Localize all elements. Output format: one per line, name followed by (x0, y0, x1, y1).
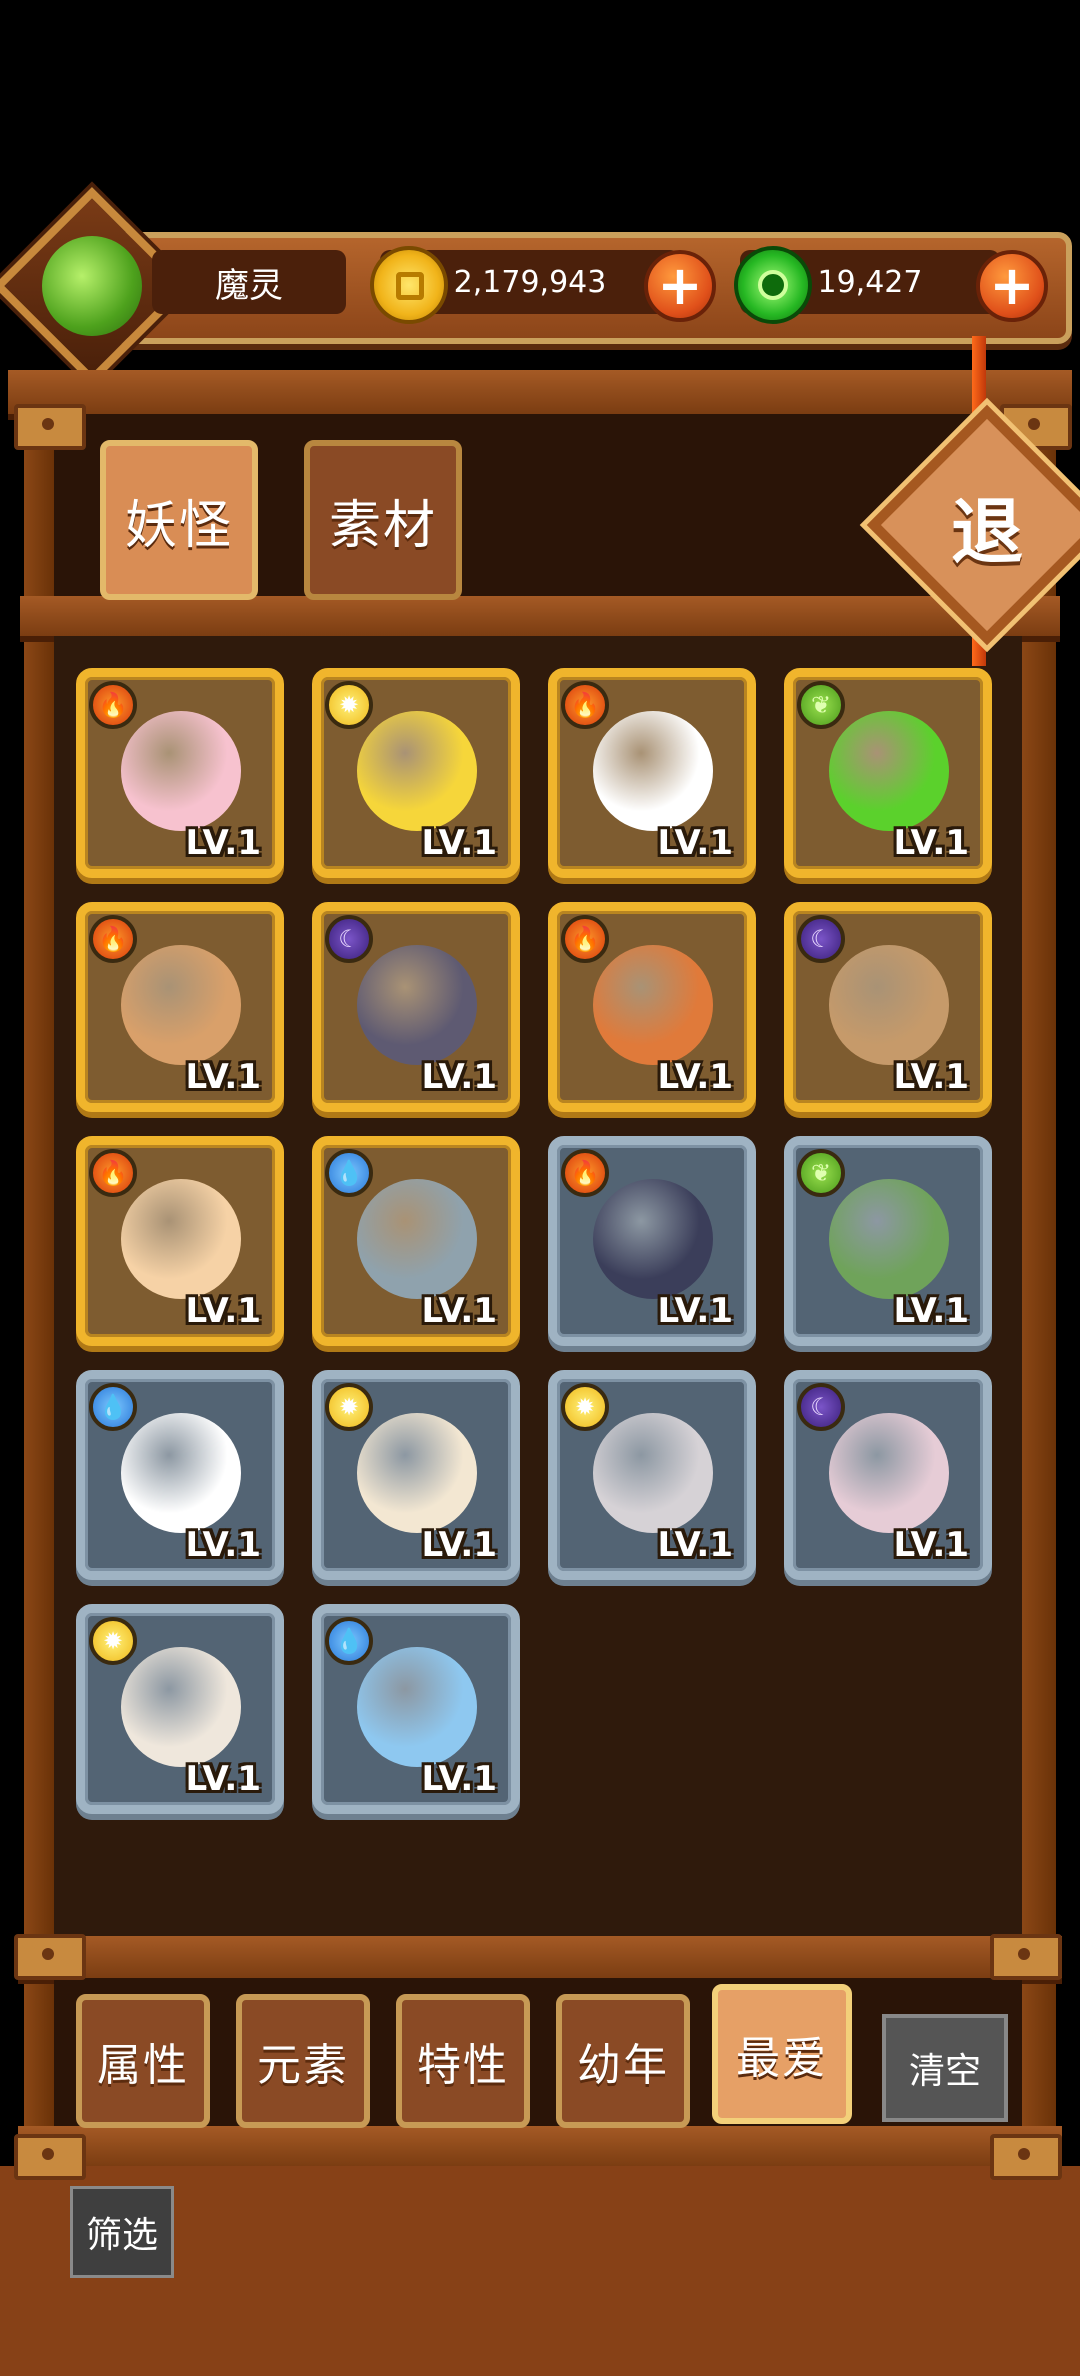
monster-level: LV.1 (657, 1525, 734, 1565)
monster-level: LV.1 (185, 1291, 262, 1331)
cabinet-right-post (1022, 410, 1056, 2170)
monster-card-grey-rabbit[interactable]: ✹ LV.1 (548, 1370, 756, 1580)
orange-fox-icon (593, 945, 713, 1065)
monster-card-orange-fox[interactable]: 🔥 LV.1 (548, 902, 756, 1112)
moon-icon: ☾ (797, 915, 845, 963)
cabinet-top-beam (8, 370, 1072, 420)
pink-axolotl-icon (121, 711, 241, 831)
monster-card-treasure-chest[interactable]: ☾ LV.1 (784, 902, 992, 1112)
bracket-icon (990, 1934, 1062, 1980)
monster-card-pink-axolotl[interactable]: 🔥 LV.1 (76, 668, 284, 878)
monster-level: LV.1 (421, 1057, 498, 1097)
treasure-chest-icon (829, 945, 949, 1065)
leaf-icon: ❦ (797, 1149, 845, 1197)
clear-button[interactable]: 清空 (882, 2014, 1008, 2122)
monster-card-white-bunny[interactable]: ✹ LV.1 (76, 1604, 284, 1814)
sword-spirit-icon (357, 1179, 477, 1299)
white-bunny-icon (121, 1647, 241, 1767)
monster-level: LV.1 (185, 823, 262, 863)
monster-level: LV.1 (657, 823, 734, 863)
bracket-icon (14, 404, 86, 450)
monster-card-sword-spirit[interactable]: 💧 LV.1 (312, 1136, 520, 1346)
match-stick-icon (121, 1179, 241, 1299)
fire-icon: 🔥 (89, 681, 137, 729)
monster-card-nine-of-diamonds-card[interactable]: 💧 LV.1 (76, 1370, 284, 1580)
fire-icon: 🔥 (561, 1149, 609, 1197)
monster-card-match-stick[interactable]: 🔥 LV.1 (76, 1136, 284, 1346)
player-avatar[interactable] (42, 236, 142, 336)
bracket-icon (990, 2134, 1062, 2180)
filter-favorite-button[interactable]: 最爱 (712, 1984, 852, 2124)
monster-card-drum-spirit[interactable]: 🔥 LV.1 (76, 902, 284, 1112)
monster-card-water-bubble[interactable]: 💧 LV.1 (312, 1604, 520, 1814)
monster-level: LV.1 (421, 1291, 498, 1331)
monster-level: LV.1 (421, 823, 498, 863)
gold-coin-icon (370, 246, 448, 324)
tab-materials[interactable]: 素材 (304, 440, 462, 600)
monster-card-puffer-fish[interactable]: ✹ LV.1 (312, 1370, 520, 1580)
monster-level: LV.1 (185, 1525, 262, 1565)
monster-level: LV.1 (185, 1057, 262, 1097)
add-gold-button[interactable]: + (644, 250, 716, 322)
monster-level: LV.1 (657, 1057, 734, 1097)
exit-label[interactable]: 退 (902, 440, 1072, 610)
moon-icon: ☾ (797, 1383, 845, 1431)
nine-of-diamonds-card-icon (121, 1413, 241, 1533)
sun-icon: ✹ (325, 681, 373, 729)
water-drop-icon: 💧 (325, 1617, 373, 1665)
fire-icon: 🔥 (561, 681, 609, 729)
tab-monsters[interactable]: 妖怪 (100, 440, 258, 600)
monster-level: LV.1 (421, 1759, 498, 1799)
monster-level: LV.1 (657, 1291, 734, 1331)
chess-general-piece-icon (357, 945, 477, 1065)
fire-icon: 🔥 (89, 915, 137, 963)
puffer-fish-icon (357, 1413, 477, 1533)
filter-trait-button[interactable]: 特性 (396, 1994, 530, 2128)
green-aries-star-icon (829, 711, 949, 831)
water-bubble-icon (357, 1647, 477, 1767)
grey-rabbit-icon (593, 1413, 713, 1533)
shelf-beam (18, 1936, 1062, 1984)
add-jade-button[interactable]: + (976, 250, 1048, 322)
monster-card-yellow-capricorn-star[interactable]: ✹ LV.1 (312, 668, 520, 878)
bracket-icon (14, 2134, 86, 2180)
drum-spirit-icon (121, 945, 241, 1065)
monster-level: LV.1 (421, 1525, 498, 1565)
water-drop-icon: 💧 (325, 1149, 373, 1197)
monster-card-chess-general-piece[interactable]: ☾ LV.1 (312, 902, 520, 1112)
monster-level: LV.1 (893, 1291, 970, 1331)
monster-card-green-aries-star[interactable]: ❦ LV.1 (784, 668, 992, 878)
sun-icon: ✹ (89, 1617, 137, 1665)
monster-level: LV.1 (893, 823, 970, 863)
shelf-beam (18, 2126, 1062, 2166)
monster-card-chess-rook[interactable]: 🔥 LV.1 (548, 1136, 756, 1346)
leaf-icon: ❦ (797, 681, 845, 729)
player-name: 魔灵 (152, 250, 346, 314)
filter-young-button[interactable]: 幼年 (556, 1994, 690, 2128)
chess-rook-icon (593, 1179, 713, 1299)
sun-icon: ✹ (561, 1383, 609, 1431)
fire-icon: 🔥 (89, 1149, 137, 1197)
moon-icon: ☾ (325, 915, 373, 963)
monster-card-round-seal[interactable]: ☾ LV.1 (784, 1370, 992, 1580)
jade-dragon-tile-icon (829, 1179, 949, 1299)
queen-of-hearts-card-icon (593, 711, 713, 831)
filter-element-button[interactable]: 元素 (236, 1994, 370, 2128)
green-jade-icon (734, 246, 812, 324)
monster-level: LV.1 (893, 1057, 970, 1097)
cabinet-left-post (24, 410, 54, 2170)
monster-card-jade-dragon-tile[interactable]: ❦ LV.1 (784, 1136, 992, 1346)
yellow-capricorn-star-icon (357, 711, 477, 831)
fire-icon: 🔥 (561, 915, 609, 963)
monster-level: LV.1 (185, 1759, 262, 1799)
monster-card-queen-of-hearts-card[interactable]: 🔥 LV.1 (548, 668, 756, 878)
sun-icon: ✹ (325, 1383, 373, 1431)
bracket-icon (14, 1934, 86, 1980)
filter-attribute-button[interactable]: 属性 (76, 1994, 210, 2128)
water-drop-icon: 💧 (89, 1383, 137, 1431)
screen-button[interactable]: 筛选 (70, 2186, 174, 2278)
monster-level: LV.1 (893, 1525, 970, 1565)
round-seal-icon (829, 1413, 949, 1533)
